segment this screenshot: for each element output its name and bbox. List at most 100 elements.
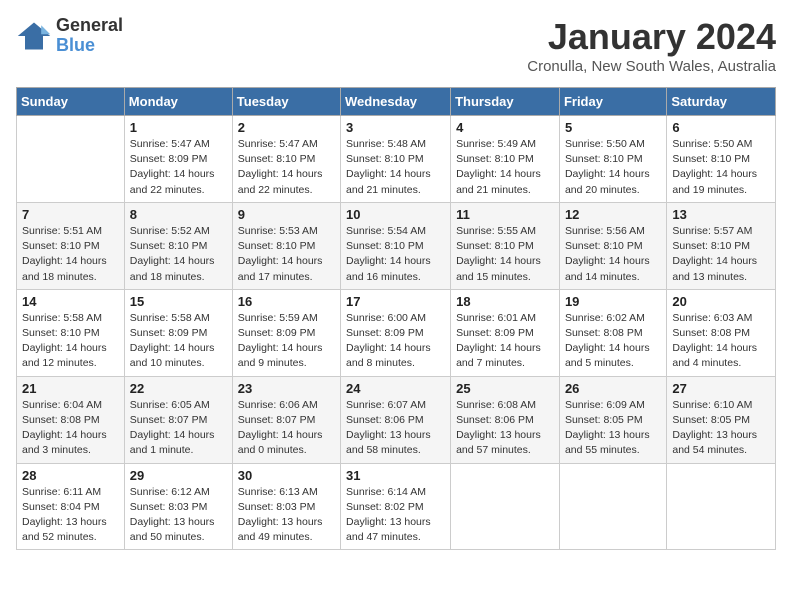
logo: General Blue [16, 16, 123, 56]
calendar-day-cell [451, 463, 560, 550]
day-info: Sunrise: 5:55 AM Sunset: 8:10 PM Dayligh… [456, 224, 554, 285]
day-info: Sunrise: 5:51 AM Sunset: 8:10 PM Dayligh… [22, 224, 119, 285]
day-number: 25 [456, 381, 554, 396]
day-info: Sunrise: 6:12 AM Sunset: 8:03 PM Dayligh… [130, 485, 227, 546]
calendar-day-cell [559, 463, 666, 550]
day-number: 14 [22, 294, 119, 309]
day-number: 16 [238, 294, 335, 309]
calendar-day-cell: 5 Sunrise: 5:50 AM Sunset: 8:10 PM Daylig… [559, 116, 666, 203]
calendar-day-cell: 20 Sunrise: 6:03 AM Sunset: 8:08 PM Dayli… [667, 289, 776, 376]
day-number: 9 [238, 207, 335, 222]
day-number: 22 [130, 381, 227, 396]
calendar-day-cell: 15 Sunrise: 5:58 AM Sunset: 8:09 PM Dayli… [124, 289, 232, 376]
calendar-day-cell: 19Sunrise: 6:02 AM Sunset: 8:08 PM Dayli… [559, 289, 666, 376]
month-year: January 2024 [527, 16, 776, 58]
calendar-day-cell: 18 Sunrise: 6:01 AM Sunset: 8:09 PM Dayli… [451, 289, 560, 376]
day-number: 27 [672, 381, 770, 396]
day-info: Sunrise: 6:07 AM Sunset: 8:06 PM Dayligh… [346, 398, 445, 459]
location: Cronulla, New South Wales, Australia [527, 58, 776, 75]
calendar-day-cell: 25 Sunrise: 6:08 AM Sunset: 8:06 PM Dayli… [451, 376, 560, 463]
day-info: Sunrise: 6:08 AM Sunset: 8:06 PM Dayligh… [456, 398, 554, 459]
day-info: Sunrise: 5:47 AM Sunset: 8:09 PM Dayligh… [130, 137, 227, 198]
day-number: 13 [672, 207, 770, 222]
weekday-header-row: SundayMondayTuesdayWednesdayThursdayFrid… [17, 88, 776, 116]
day-number: 30 [238, 468, 335, 483]
title-block: January 2024 Cronulla, New South Wales, … [527, 16, 776, 75]
calendar-day-cell [667, 463, 776, 550]
calendar-day-cell: 16 Sunrise: 5:59 AM Sunset: 8:09 PM Dayli… [232, 289, 340, 376]
day-number: 29 [130, 468, 227, 483]
day-info: Sunrise: 5:50 AM Sunset: 8:10 PM Dayligh… [565, 137, 661, 198]
calendar-day-cell: 12 Sunrise: 5:56 AM Sunset: 8:10 PM Dayli… [559, 202, 666, 289]
day-number: 4 [456, 120, 554, 135]
day-number: 26 [565, 381, 661, 396]
calendar-table: SundayMondayTuesdayWednesdayThursdayFrid… [16, 87, 776, 550]
calendar-day-cell: 31 Sunrise: 6:14 AM Sunset: 8:02 PM Dayli… [341, 463, 451, 550]
day-number: 15 [130, 294, 227, 309]
calendar-week-row: 7Sunrise: 5:51 AM Sunset: 8:10 PM Daylig… [17, 202, 776, 289]
day-info: Sunrise: 5:58 AM Sunset: 8:10 PM Dayligh… [22, 311, 119, 372]
day-info: Sunrise: 6:10 AM Sunset: 8:05 PM Dayligh… [672, 398, 770, 459]
calendar-day-cell: 23 Sunrise: 6:06 AM Sunset: 8:07 PM Dayli… [232, 376, 340, 463]
calendar-day-cell: 6Sunrise: 5:50 AM Sunset: 8:10 PM Daylig… [667, 116, 776, 203]
calendar-day-cell: 17Sunrise: 6:00 AM Sunset: 8:09 PM Dayli… [341, 289, 451, 376]
calendar-day-cell: 1 Sunrise: 5:47 AM Sunset: 8:09 PM Daylig… [124, 116, 232, 203]
day-info: Sunrise: 6:11 AM Sunset: 8:04 PM Dayligh… [22, 485, 119, 546]
logo-line2: Blue [56, 36, 123, 56]
day-info: Sunrise: 5:56 AM Sunset: 8:10 PM Dayligh… [565, 224, 661, 285]
day-info: Sunrise: 6:09 AM Sunset: 8:05 PM Dayligh… [565, 398, 661, 459]
day-number: 20 [672, 294, 770, 309]
day-number: 5 [565, 120, 661, 135]
day-number: 2 [238, 120, 335, 135]
day-info: Sunrise: 6:04 AM Sunset: 8:08 PM Dayligh… [22, 398, 119, 459]
day-number: 31 [346, 468, 445, 483]
day-info: Sunrise: 5:59 AM Sunset: 8:09 PM Dayligh… [238, 311, 335, 372]
calendar-day-cell [17, 116, 125, 203]
calendar-day-cell: 22 Sunrise: 6:05 AM Sunset: 8:07 PM Dayli… [124, 376, 232, 463]
day-number: 24 [346, 381, 445, 396]
day-number: 21 [22, 381, 119, 396]
day-number: 19 [565, 294, 661, 309]
calendar-day-cell: 4 Sunrise: 5:49 AM Sunset: 8:10 PM Daylig… [451, 116, 560, 203]
day-number: 18 [456, 294, 554, 309]
day-info: Sunrise: 5:48 AM Sunset: 8:10 PM Dayligh… [346, 137, 445, 198]
calendar-week-row: 28 Sunrise: 6:11 AM Sunset: 8:04 PM Dayli… [17, 463, 776, 550]
calendar-week-row: 1 Sunrise: 5:47 AM Sunset: 8:09 PM Daylig… [17, 116, 776, 203]
logo-icon [16, 18, 52, 54]
day-number: 10 [346, 207, 445, 222]
weekday-header-cell: Tuesday [232, 88, 340, 116]
day-info: Sunrise: 5:49 AM Sunset: 8:10 PM Dayligh… [456, 137, 554, 198]
calendar-day-cell: 8Sunrise: 5:52 AM Sunset: 8:10 PM Daylig… [124, 202, 232, 289]
page-header: General Blue January 2024 Cronulla, New … [16, 16, 776, 75]
day-number: 23 [238, 381, 335, 396]
day-number: 12 [565, 207, 661, 222]
day-number: 28 [22, 468, 119, 483]
day-info: Sunrise: 5:58 AM Sunset: 8:09 PM Dayligh… [130, 311, 227, 372]
calendar-day-cell: 11 Sunrise: 5:55 AM Sunset: 8:10 PM Dayli… [451, 202, 560, 289]
day-info: Sunrise: 6:14 AM Sunset: 8:02 PM Dayligh… [346, 485, 445, 546]
weekday-header-cell: Monday [124, 88, 232, 116]
calendar-day-cell: 27 Sunrise: 6:10 AM Sunset: 8:05 PM Dayli… [667, 376, 776, 463]
day-info: Sunrise: 6:01 AM Sunset: 8:09 PM Dayligh… [456, 311, 554, 372]
day-info: Sunrise: 5:57 AM Sunset: 8:10 PM Dayligh… [672, 224, 770, 285]
calendar-day-cell: 13 Sunrise: 5:57 AM Sunset: 8:10 PM Dayli… [667, 202, 776, 289]
calendar-day-cell: 28 Sunrise: 6:11 AM Sunset: 8:04 PM Dayli… [17, 463, 125, 550]
day-number: 6 [672, 120, 770, 135]
day-number: 11 [456, 207, 554, 222]
calendar-body: 1 Sunrise: 5:47 AM Sunset: 8:09 PM Daylig… [17, 116, 776, 550]
day-info: Sunrise: 5:52 AM Sunset: 8:10 PM Dayligh… [130, 224, 227, 285]
calendar-week-row: 21 Sunrise: 6:04 AM Sunset: 8:08 PM Dayli… [17, 376, 776, 463]
calendar-day-cell: 2Sunrise: 5:47 AM Sunset: 8:10 PM Daylig… [232, 116, 340, 203]
day-info: Sunrise: 5:54 AM Sunset: 8:10 PM Dayligh… [346, 224, 445, 285]
weekday-header-cell: Thursday [451, 88, 560, 116]
day-number: 1 [130, 120, 227, 135]
logo-line1: General [56, 16, 123, 36]
day-info: Sunrise: 6:06 AM Sunset: 8:07 PM Dayligh… [238, 398, 335, 459]
calendar-day-cell: 29 Sunrise: 6:12 AM Sunset: 8:03 PM Dayli… [124, 463, 232, 550]
day-info: Sunrise: 6:05 AM Sunset: 8:07 PM Dayligh… [130, 398, 227, 459]
day-info: Sunrise: 6:13 AM Sunset: 8:03 PM Dayligh… [238, 485, 335, 546]
calendar-day-cell: 30 Sunrise: 6:13 AM Sunset: 8:03 PM Dayli… [232, 463, 340, 550]
day-number: 17 [346, 294, 445, 309]
calendar-day-cell: 9Sunrise: 5:53 AM Sunset: 8:10 PM Daylig… [232, 202, 340, 289]
day-info: Sunrise: 6:03 AM Sunset: 8:08 PM Dayligh… [672, 311, 770, 372]
